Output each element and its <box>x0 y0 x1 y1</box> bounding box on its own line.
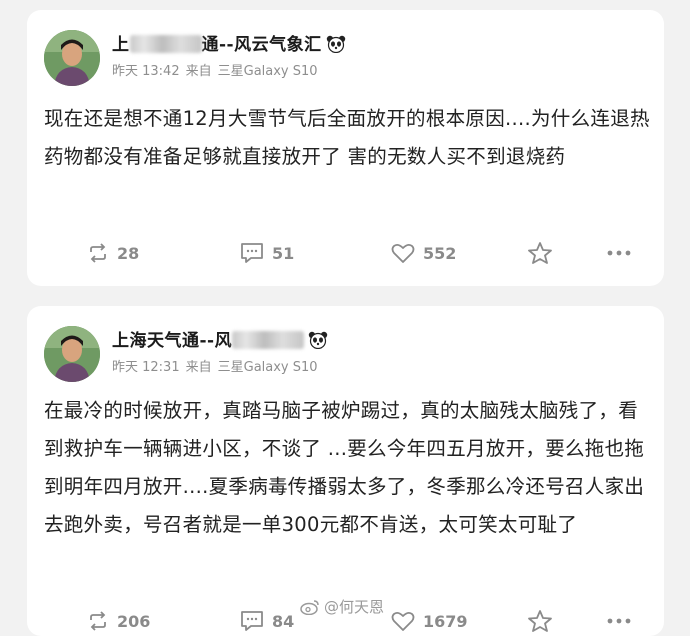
watermark: @何天恩 <box>300 596 384 617</box>
like-button[interactable]: 1679 <box>391 606 468 636</box>
blurred-name <box>232 331 305 349</box>
like-icon <box>391 611 415 631</box>
more-button[interactable] <box>607 238 639 268</box>
comment-button[interactable]: 84 <box>240 606 294 636</box>
post-card: 上海天气通--风 昨天 12:31 来自 三星Galaxy S10 在最冷的时候放开… <box>27 306 664 636</box>
weibo-logo-icon <box>300 599 319 615</box>
post-time: 昨天 13:42 <box>112 64 180 79</box>
favorite-button[interactable] <box>527 238 561 268</box>
comment-icon <box>241 243 263 263</box>
like-icon <box>391 243 415 263</box>
post-meta: 昨天 13:42 来自 三星Galaxy S10 <box>112 60 324 79</box>
like-button[interactable]: 552 <box>391 238 456 268</box>
post-text: 现在还是想不通12月大雪节气后全面放开的根本原因....为什么连退热药物都没有准… <box>44 107 650 168</box>
blurred-name <box>129 35 202 53</box>
post-device: 三星Galaxy S10 <box>217 360 318 375</box>
repost-button[interactable]: 206 <box>87 606 150 636</box>
avatar[interactable] <box>44 326 100 382</box>
post-actions: 28 51 552 <box>27 238 664 268</box>
panda-icon <box>326 35 346 58</box>
favorite-icon <box>528 610 552 632</box>
user-name-prefix: 上海天气通--风 <box>112 331 233 351</box>
comment-icon <box>241 611 263 631</box>
like-count: 1679 <box>423 611 468 631</box>
comment-count: 84 <box>272 611 295 631</box>
user-name-suffix: 通--风云气象汇 <box>201 35 322 55</box>
more-icon <box>607 250 631 256</box>
repost-button[interactable]: 28 <box>87 238 139 268</box>
post-device: 三星Galaxy S10 <box>217 64 318 79</box>
post-card: 上 通--风云气象汇 昨天 13:42 来自 三星Galaxy S10 现在还是想不通… <box>27 10 664 286</box>
avatar[interactable] <box>44 30 100 86</box>
post-text: 在最冷的时候放开，真踏马脑子被炉踢过，真的太脑残太脑残了，看到救护车一辆辆进小区… <box>44 399 645 536</box>
favorite-icon <box>528 242 552 264</box>
user-name-prefix: 上 <box>112 35 130 55</box>
like-count: 552 <box>423 243 457 263</box>
favorite-button[interactable] <box>527 606 561 636</box>
user-name[interactable]: 上 通--风云气象汇 <box>112 30 346 58</box>
repost-icon <box>90 611 106 631</box>
comment-button[interactable]: 51 <box>240 238 294 268</box>
source-prefix: 来自 <box>185 64 212 79</box>
more-icon <box>607 618 631 624</box>
repost-count: 28 <box>117 243 140 263</box>
more-button[interactable] <box>607 606 639 636</box>
post-time: 昨天 12:31 <box>112 360 180 375</box>
panda-icon <box>308 331 328 354</box>
repost-icon <box>90 243 106 263</box>
repost-count: 206 <box>117 611 151 631</box>
source-prefix: 来自 <box>185 360 212 375</box>
comment-count: 51 <box>272 243 295 263</box>
user-name[interactable]: 上海天气通--风 <box>112 326 328 354</box>
watermark-text: @何天恩 <box>324 598 385 616</box>
post-meta: 昨天 12:31 来自 三星Galaxy S10 <box>112 356 324 375</box>
